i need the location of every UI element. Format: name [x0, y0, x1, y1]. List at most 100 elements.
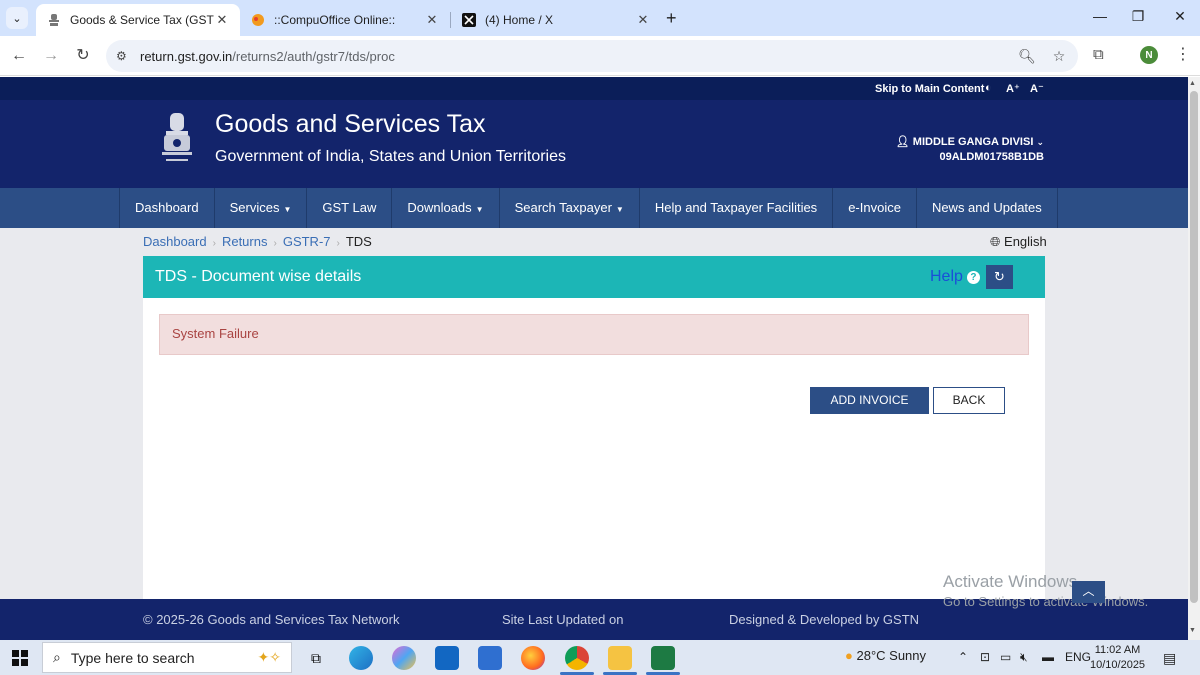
- clock-time: 11:02 AM: [1094, 644, 1141, 656]
- nav-news-updates[interactable]: News and Updates: [917, 188, 1058, 228]
- font-decrease-button[interactable]: A⁻: [1030, 82, 1044, 95]
- zoom-icon[interactable]: 🔍︎: [1014, 48, 1040, 65]
- system-clock[interactable]: 11:02 AM 10/10/2025: [1090, 643, 1145, 673]
- copilot-app-icon[interactable]: [392, 646, 416, 670]
- clock-date: 10/10/2025: [1090, 659, 1146, 671]
- scroll-to-top-button[interactable]: ︿: [1072, 581, 1105, 603]
- refresh-button[interactable]: ↻: [986, 265, 1013, 289]
- reload-icon[interactable]: ↻: [72, 45, 94, 67]
- user-icon: 👤︎: [895, 136, 910, 148]
- extensions-icon[interactable]: ⧉: [1093, 46, 1104, 63]
- watermark-title: Activate Windows: [943, 572, 1078, 591]
- windows-start-icon[interactable]: [12, 650, 28, 666]
- window-close-icon[interactable]: ✕: [1170, 8, 1190, 25]
- footer-developer: Designed & Developed by GSTN: [729, 612, 920, 627]
- footer-updated: Site Last Updated on: [502, 612, 624, 627]
- close-icon[interactable]: ✕: [635, 12, 651, 28]
- page-viewport: Skip to Main Content ◐ A⁺ A⁻ Goods and S…: [0, 77, 1188, 640]
- refresh-icon: ↻: [994, 269, 1005, 284]
- language-label: English: [1004, 234, 1047, 249]
- taskbar-search-placeholder: Type here to search: [70, 649, 195, 666]
- browser-tab-x[interactable]: (4) Home / X ✕: [451, 4, 661, 36]
- font-increase-button[interactable]: A⁺: [1006, 82, 1020, 95]
- user-menu[interactable]: 👤︎ MIDDLE GANGA DIVISI ⌄ 09ALDM01758B1DB: [896, 135, 1044, 165]
- page-scrollbar[interactable]: ▲ ▼: [1188, 77, 1200, 640]
- close-icon[interactable]: ✕: [214, 12, 230, 28]
- taskbar-search-box[interactable]: ⌕ Type here to search ✦✧: [42, 642, 292, 673]
- meet-now-icon[interactable]: ⊡: [980, 650, 990, 664]
- back-arrow-icon[interactable]: ←: [8, 45, 30, 67]
- x-logo-icon: [461, 12, 477, 28]
- edge-browser-icon[interactable]: [349, 646, 373, 670]
- browser-tab-strip: ⌄ Goods & Service Tax (GST) | ✕ ::CompuO…: [0, 0, 1200, 36]
- error-alert: System Failure: [159, 314, 1029, 355]
- accessibility-bar: Skip to Main Content ◐ A⁺ A⁻: [0, 77, 1188, 100]
- help-link[interactable]: Help?: [930, 268, 980, 286]
- file-explorer-icon[interactable]: [608, 646, 632, 670]
- breadcrumb-dashboard[interactable]: Dashboard: [143, 234, 207, 249]
- language-selector[interactable]: 🌐︎ English: [990, 234, 1047, 250]
- outlook-icon[interactable]: [435, 646, 459, 670]
- chevron-up-icon[interactable]: ⌃: [958, 650, 968, 664]
- site-header: Goods and Services Tax Government of Ind…: [0, 100, 1188, 188]
- add-invoice-button[interactable]: ADD INVOICE: [810, 387, 929, 414]
- address-bar[interactable]: ⚙ return.gst.gov.in/returns2/auth/gstr7/…: [106, 40, 1078, 72]
- skip-to-content-link[interactable]: Skip to Main Content: [875, 83, 984, 95]
- breadcrumb: Dashboard › Returns › GSTR-7 › TDS: [143, 234, 372, 249]
- nav-gst-law[interactable]: GST Law: [307, 188, 393, 228]
- network-icon[interactable]: ▭: [1000, 650, 1011, 664]
- nav-downloads[interactable]: Downloads ▼: [392, 188, 500, 228]
- breadcrumb-returns[interactable]: Returns: [222, 234, 268, 249]
- tab-search-icon[interactable]: ⌄: [6, 7, 28, 29]
- url-text: return.gst.gov.in/returns2/auth/gstr7/td…: [140, 48, 395, 64]
- nav-services[interactable]: Services ▼: [215, 188, 308, 228]
- chrome-icon[interactable]: [565, 646, 589, 670]
- forward-arrow-icon[interactable]: →: [40, 45, 62, 67]
- panel-title: TDS - Document wise details: [155, 268, 362, 285]
- breadcrumb-gstr7[interactable]: GSTR-7: [283, 234, 331, 249]
- task-view-icon[interactable]: ⧉: [304, 646, 328, 670]
- sun-icon: ●: [845, 648, 853, 663]
- nav-search-taxpayer[interactable]: Search Taxpayer ▼: [500, 188, 640, 228]
- back-button[interactable]: BACK: [933, 387, 1005, 414]
- nav-dashboard[interactable]: Dashboard: [120, 188, 215, 228]
- nav-help-facilities[interactable]: Help and Taxpayer Facilities: [640, 188, 834, 228]
- emblem-icon: [46, 12, 62, 28]
- nav-e-invoice[interactable]: e-Invoice: [833, 188, 917, 228]
- breadcrumb-separator: ›: [212, 238, 216, 249]
- browser-tab-compuoffice[interactable]: ::CompuOffice Online:: ✕: [240, 4, 450, 36]
- site-info-icon[interactable]: ⚙: [116, 49, 140, 63]
- notification-icon[interactable]: ▤: [1163, 650, 1176, 667]
- new-tab-icon[interactable]: +: [666, 8, 677, 29]
- menu-kebab-icon[interactable]: ⋮: [1175, 44, 1191, 64]
- close-icon[interactable]: ✕: [424, 12, 440, 28]
- scroll-up-icon[interactable]: ▲: [1189, 80, 1196, 87]
- user-gstin: 09ALDM01758B1DB: [939, 151, 1044, 163]
- question-icon: ?: [966, 271, 980, 284]
- excel-icon[interactable]: [651, 646, 675, 670]
- globe-icon: 🌐︎: [990, 234, 1001, 249]
- breadcrumb-separator: ›: [273, 238, 277, 249]
- browser-tab-gst[interactable]: Goods & Service Tax (GST) | ✕: [36, 4, 240, 36]
- contrast-icon[interactable]: ◐: [985, 82, 992, 94]
- volume-icon[interactable]: 🔇︎: [1020, 650, 1028, 665]
- profile-avatar[interactable]: N: [1140, 46, 1158, 64]
- search-icon: ⌕: [53, 649, 61, 665]
- scroll-down-icon[interactable]: ▼: [1189, 627, 1196, 634]
- tds-panel: TDS - Document wise details Help? ↻ Syst…: [143, 256, 1045, 640]
- scrollbar-thumb[interactable]: [1190, 91, 1198, 603]
- store-icon[interactable]: [478, 646, 502, 670]
- footer-copyright: © 2025-26 Goods and Services Tax Network: [143, 612, 400, 627]
- input-language[interactable]: ENG: [1065, 650, 1091, 664]
- site-title[interactable]: Goods and Services Tax: [215, 110, 486, 139]
- bookmark-star-icon[interactable]: ☆: [1046, 48, 1072, 65]
- national-emblem-logo[interactable]: [158, 111, 196, 167]
- tab-label: Goods & Service Tax (GST) |: [70, 13, 214, 27]
- firefox-icon[interactable]: [521, 646, 545, 670]
- browser-toolbar: ← → ↻ ⚙ return.gst.gov.in/returns2/auth/…: [0, 36, 1200, 76]
- minimize-icon[interactable]: —: [1090, 8, 1110, 24]
- battery-icon[interactable]: ▬: [1042, 650, 1054, 664]
- restore-icon[interactable]: ❐: [1128, 8, 1148, 25]
- weather-widget[interactable]: ● 28°C Sunny: [845, 648, 926, 663]
- user-name: MIDDLE GANGA DIVISI: [912, 136, 1034, 148]
